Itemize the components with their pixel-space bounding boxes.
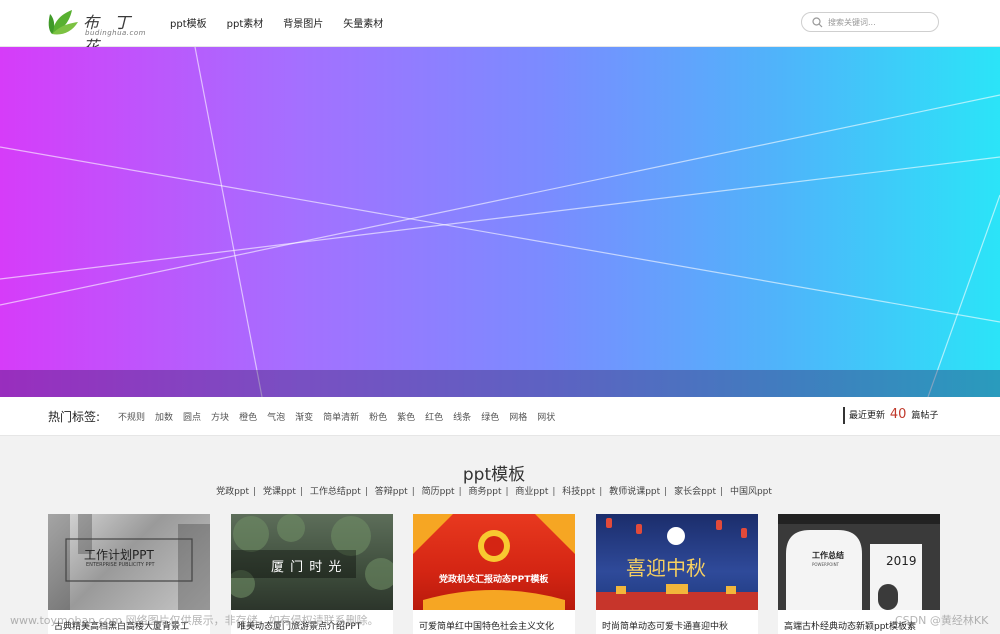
tag-link[interactable]: 紫色	[397, 410, 415, 423]
search-input[interactable]	[828, 15, 932, 29]
search-box	[801, 12, 939, 32]
tag-link[interactable]: 渐变	[295, 410, 313, 423]
site-header: 布 丁 花 budinghua.com ppt模板 ppt素材 背景图片 矢量素…	[0, 0, 1000, 56]
hero-banner[interactable]	[0, 47, 1000, 397]
category-links: 党政ppt | 党课ppt | 工作总结ppt | 答辩ppt | 简历ppt | 商务p…	[0, 484, 988, 497]
category-link[interactable]: 答辩ppt	[375, 487, 408, 497]
tag-link[interactable]: 线条	[453, 410, 471, 423]
tag-link[interactable]: 不规则	[118, 410, 145, 423]
category-link[interactable]: 科技ppt	[562, 487, 595, 497]
section-title: ppt模板	[462, 465, 526, 485]
template-card[interactable]: 党政机关汇报动态PPT模板 可爱简单红中国特色社会主义文化	[413, 514, 575, 634]
tag-link[interactable]: 粉色	[369, 410, 387, 423]
divider: |	[552, 487, 556, 497]
category-link[interactable]: 商业ppt	[515, 487, 548, 497]
tag-link[interactable]: 圆点	[183, 410, 201, 423]
tag-link[interactable]: 绿色	[481, 410, 499, 423]
tag-link[interactable]: 加数	[155, 410, 173, 423]
divider: |	[458, 487, 462, 497]
divider: |	[664, 487, 668, 497]
hot-tags-list: 不规则 加数 圆点 方块 橙色 气泡 渐变 简单清新 粉色 紫色 红色 线条 绿…	[118, 410, 555, 423]
divider: |	[299, 487, 303, 497]
tag-link[interactable]: 红色	[425, 410, 443, 423]
watermark-source: www.toymoban.com 网络图片仅供展示，非存储，如有侵权请联系删除。	[10, 614, 379, 627]
update-suffix: 篇帖子	[911, 411, 939, 421]
tag-link[interactable]: 方块	[211, 410, 229, 423]
card-title[interactable]: 可爱简单红中国特色社会主义文化	[419, 619, 571, 632]
divider: |	[364, 487, 368, 497]
nav-vector-materials[interactable]: 矢量素材	[343, 15, 383, 30]
card-thumbnail[interactable]: 喜迎中秋	[596, 514, 758, 610]
update-prefix: 最近更新	[849, 411, 886, 421]
thumb-subtitle: ENTERPRISE PUBLICITY PPT	[86, 562, 155, 568]
banner-line-pattern	[0, 47, 1000, 397]
hot-tags-bar: 热门标签: 不规则 加数 圆点 方块 橙色 气泡 渐变 简单清新 粉色 紫色 红…	[0, 397, 1000, 436]
template-card[interactable]: 喜迎中秋 时尚简单动态可爱卡通喜迎中秋	[596, 514, 758, 634]
divider: |	[599, 487, 603, 497]
leaf-logo-icon	[48, 10, 78, 35]
tag-link[interactable]: 网格	[509, 410, 527, 423]
logo-domain: budinghua.com	[85, 29, 146, 37]
divider: |	[253, 487, 257, 497]
category-link[interactable]: 家长会ppt	[674, 487, 716, 497]
thumb-title: 喜迎中秋	[626, 556, 706, 580]
nav-background-images[interactable]: 背景图片	[283, 15, 323, 30]
tag-link[interactable]: 橙色	[239, 410, 257, 423]
divider: |	[411, 487, 415, 497]
tag-link[interactable]: 简单清新	[323, 410, 359, 423]
card-thumbnail[interactable]: 党政机关汇报动态PPT模板	[413, 514, 575, 610]
thumb-title: 党政机关汇报动态PPT模板	[439, 575, 549, 585]
thumb-subtitle: POWERPOINT	[812, 562, 839, 567]
nav-ppt-templates[interactable]: ppt模板	[170, 15, 207, 30]
nav-ppt-materials[interactable]: ppt素材	[227, 15, 264, 30]
recent-update: 最近更新 40 篇帖子	[843, 407, 938, 424]
thumb-title: 工作计划PPT	[84, 548, 154, 562]
thumb-title: 厦 门 时 光	[271, 560, 343, 575]
hot-tags-title: 热门标签:	[48, 410, 101, 424]
category-link[interactable]: 中国风ppt	[730, 487, 772, 497]
thumb-title: 工作总结	[812, 551, 844, 560]
divider: |	[505, 487, 509, 497]
category-link[interactable]: 商务ppt	[469, 487, 502, 497]
tag-link[interactable]: 网状	[537, 410, 555, 423]
category-link[interactable]: 党课ppt	[263, 487, 296, 497]
thumb-year: 2019	[886, 554, 917, 568]
card-title[interactable]: 时尚简单动态可爱卡通喜迎中秋	[602, 619, 754, 632]
category-link[interactable]: 党政ppt	[216, 487, 249, 497]
card-thumbnail[interactable]: 工作计划PPT ENTERPRISE PUBLICITY PPT	[48, 514, 210, 610]
card-thumbnail[interactable]: 工作总结 POWERPOINT 2019	[778, 514, 940, 610]
main-nav: ppt模板 ppt素材 背景图片 矢量素材	[170, 15, 383, 30]
party-emblem-graphic	[413, 514, 575, 610]
watermark-author: CSDN @黄经林KK	[895, 614, 989, 627]
banner-bottom-band	[0, 370, 1000, 397]
category-link[interactable]: 工作总结ppt	[310, 487, 361, 497]
logo[interactable]: 布 丁 花 budinghua.com	[48, 6, 148, 56]
tag-link[interactable]: 气泡	[267, 410, 285, 423]
update-count: 40	[889, 407, 907, 422]
category-link[interactable]: 教师说课ppt	[609, 487, 660, 497]
category-link[interactable]: 简历ppt	[422, 487, 455, 497]
card-thumbnail[interactable]: 厦 门 时 光	[231, 514, 393, 610]
search-icon[interactable]	[812, 17, 823, 28]
divider: |	[720, 487, 724, 497]
